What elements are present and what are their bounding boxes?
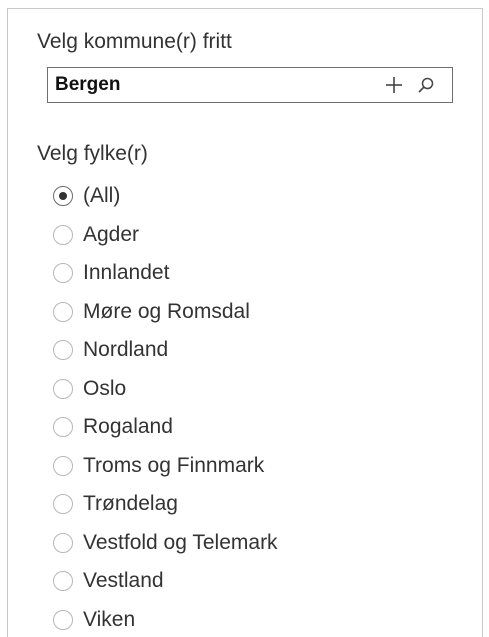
radio-button[interactable] — [53, 263, 73, 284]
fylke-option-label: Troms og Finnmark — [83, 453, 265, 477]
fylke-option-label: Viken — [83, 607, 136, 631]
radio-button[interactable] — [53, 494, 73, 515]
kommune-search-box[interactable] — [47, 67, 453, 103]
radio-button[interactable] — [53, 455, 73, 476]
radio-button[interactable] — [53, 571, 73, 592]
radio-button[interactable] — [53, 378, 73, 399]
radio-button[interactable] — [53, 609, 73, 630]
kommune-filter-label: Velg kommune(r) fritt — [37, 30, 232, 53]
fylke-option[interactable]: Møre og Romsdal — [53, 293, 278, 332]
fylke-option-label: Trøndelag — [83, 492, 178, 516]
radio-button[interactable] — [53, 340, 73, 361]
fylke-option[interactable]: Oslo — [53, 370, 278, 409]
fylke-option[interactable]: Viken — [53, 601, 278, 637]
radio-button[interactable] — [53, 224, 73, 245]
add-button[interactable] — [380, 68, 408, 102]
fylke-option-label: Møre og Romsdal — [83, 299, 250, 323]
fylke-option-label: (All) — [83, 184, 121, 208]
fylke-filter-label: Velg fylke(r) — [37, 142, 148, 165]
fylke-option-label: Agder — [83, 222, 140, 246]
radio-button[interactable] — [53, 532, 73, 553]
fylke-option[interactable]: Troms og Finnmark — [53, 447, 278, 486]
kommune-search-input[interactable] — [55, 72, 355, 98]
fylke-option-label: Vestfold og Telemark — [83, 530, 278, 554]
search-icon — [418, 77, 434, 93]
fylke-option[interactable]: Vestfold og Telemark — [53, 524, 278, 563]
fylke-option[interactable]: Vestland — [53, 562, 278, 601]
fylke-option[interactable]: Nordland — [53, 331, 278, 370]
fylke-radio-list: (All) Agder Innlandet Møre og Romsdal Nordla… — [53, 177, 278, 637]
fylke-option-label: Oslo — [83, 376, 127, 400]
radio-button[interactable] — [53, 417, 73, 438]
fylke-option-label: Vestland — [83, 569, 164, 593]
fylke-option-label: Rogaland — [83, 415, 173, 439]
fylke-option[interactable]: Rogaland — [53, 408, 278, 447]
fylke-option[interactable]: Innlandet — [53, 254, 278, 293]
fylke-option-label: Innlandet — [83, 261, 170, 285]
search-button[interactable] — [412, 68, 440, 102]
fylke-option-label: Nordland — [83, 338, 169, 362]
radio-button[interactable] — [53, 186, 73, 207]
fylke-option[interactable]: (All) — [53, 177, 278, 216]
fylke-option[interactable]: Trøndelag — [53, 485, 278, 524]
plus-icon — [386, 77, 402, 93]
fylke-option[interactable]: Agder — [53, 216, 278, 255]
radio-button[interactable] — [53, 301, 73, 322]
